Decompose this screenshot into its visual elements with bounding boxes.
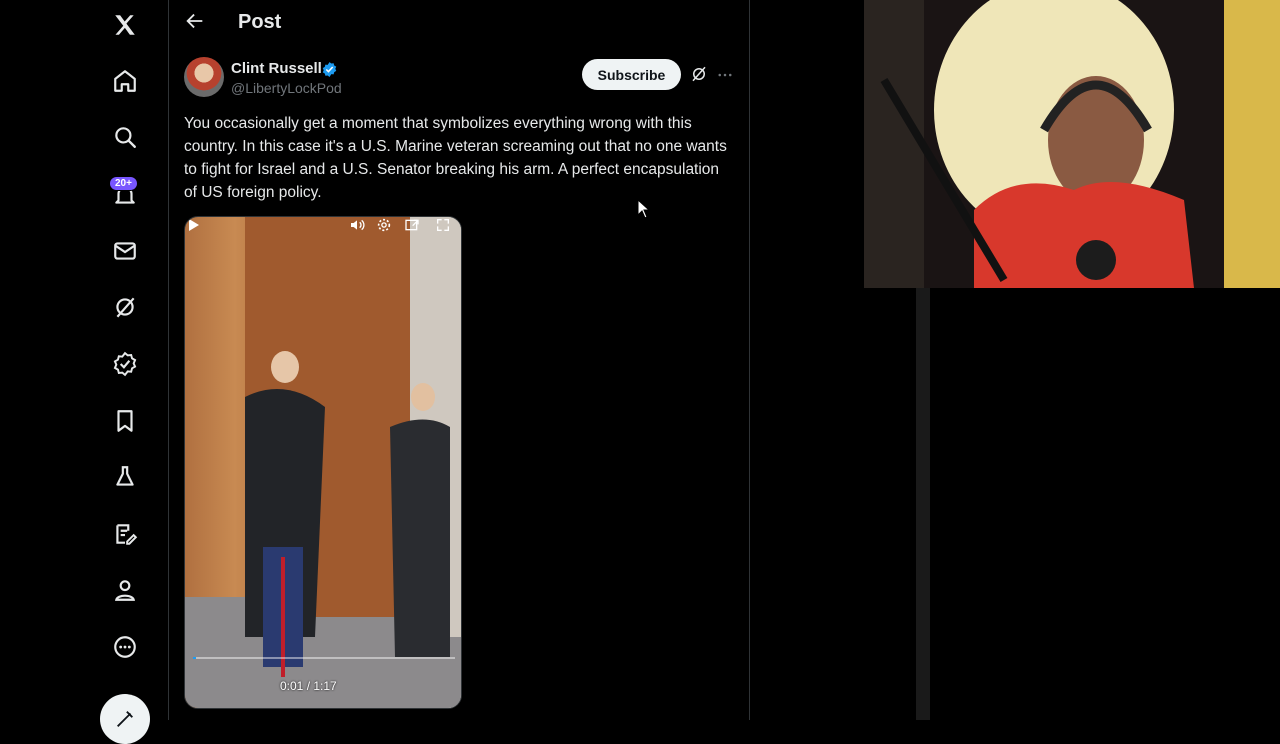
webcam-image [864,0,1280,288]
video-player[interactable]: 0:01 / 1:17 [184,216,462,709]
play-icon[interactable] [185,217,201,233]
messages-icon[interactable] [100,226,150,276]
search-icon[interactable] [100,112,150,162]
webcam-overlay [864,0,1280,288]
video-progress-bar[interactable] [193,657,455,659]
bookmarks-icon[interactable] [100,396,150,446]
grok-icon[interactable] [100,282,150,332]
verified-badge-icon [322,62,337,77]
x-logo-icon[interactable] [100,0,150,50]
mouse-cursor-icon [637,199,651,219]
author-name[interactable]: Clint Russell [231,60,322,77]
compose-post-button[interactable] [100,694,150,744]
volume-icon[interactable] [349,217,365,233]
more-options-icon[interactable] [100,622,150,672]
fullscreen-icon[interactable] [435,217,451,233]
page-title: Post [238,11,282,33]
right-divider [916,288,930,720]
premium-edit-icon[interactable] [100,509,150,559]
home-icon[interactable] [100,56,150,106]
profile-icon[interactable] [100,565,150,615]
post-more-icon[interactable] [716,66,734,84]
post-text: You occasionally get a moment that symbo… [184,115,727,201]
picture-in-picture-icon[interactable] [404,217,420,233]
back-arrow-icon[interactable] [184,10,206,32]
settings-gear-icon[interactable] [376,217,392,233]
video-progress-fill [193,657,197,659]
jobs-flask-icon[interactable] [100,452,150,502]
grok-explain-icon[interactable] [690,65,708,83]
video-frame [185,217,461,708]
author-avatar[interactable] [184,57,224,97]
notification-badge: 20+ [109,176,138,191]
video-time: 0:01 / 1:17 [280,679,337,693]
compose-icon [117,711,133,727]
left-nav: 20+ [0,0,170,744]
subscribe-button[interactable]: Subscribe [582,59,681,90]
author-handle[interactable]: @LibertyLockPod [231,80,342,96]
verified-orgs-icon[interactable] [100,339,150,389]
